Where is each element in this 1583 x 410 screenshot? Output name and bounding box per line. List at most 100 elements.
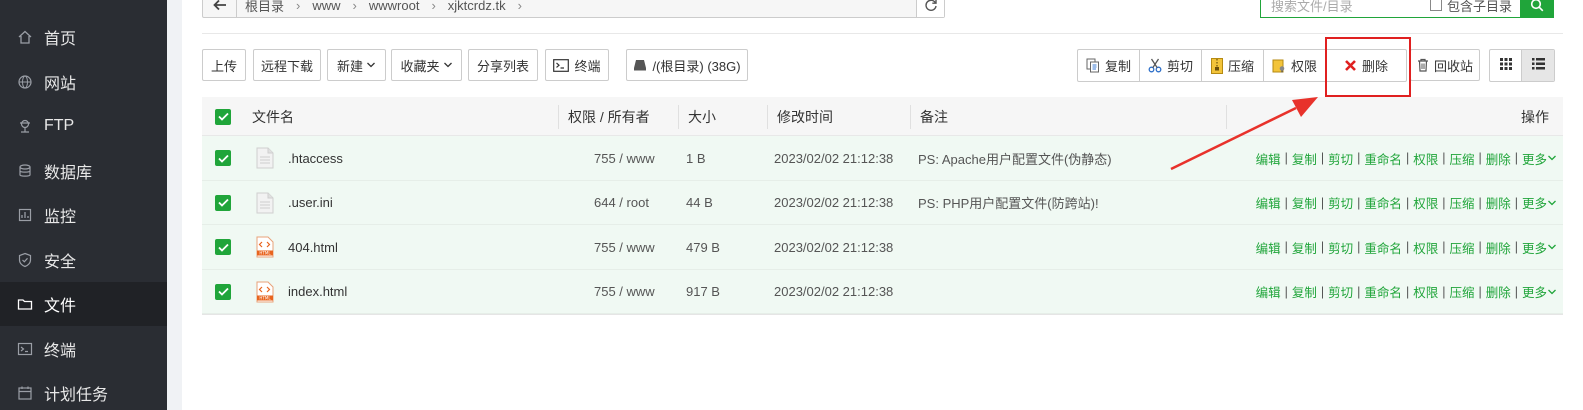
permission-link[interactable]: 权限 (1413, 193, 1438, 212)
cut-label: 剪切 (1166, 59, 1193, 74)
rename-link[interactable]: 重命名 (1364, 149, 1402, 168)
cut-link[interactable]: 剪切 (1328, 238, 1353, 257)
new-button[interactable]: 新建 (327, 49, 386, 81)
disk-button[interactable]: /(根目录) (38G) (626, 49, 748, 81)
select-all-checkbox[interactable] (215, 97, 231, 136)
arrow-left-icon (212, 0, 226, 11)
subdir-checkbox[interactable]: 包含子目录 (1429, 0, 1520, 15)
edit-link[interactable]: 编辑 (1256, 282, 1281, 301)
col-header-note: 备注 (920, 108, 948, 125)
delete-link[interactable]: 删除 (1486, 282, 1511, 301)
back-button[interactable] (203, 0, 237, 17)
row-checkbox[interactable] (215, 270, 231, 314)
terminal-button[interactable]: 终端 (545, 49, 609, 81)
more-link[interactable]: 更多 (1522, 149, 1547, 168)
more-link[interactable]: 更多 (1522, 238, 1547, 257)
sidebar-item-website[interactable]: 网站 (0, 60, 167, 104)
copy-link[interactable]: 复制 (1292, 193, 1317, 212)
edit-link[interactable]: 编辑 (1256, 149, 1281, 168)
favorites-button[interactable]: 收藏夹 (391, 49, 462, 81)
more-link[interactable]: 更多 (1522, 282, 1547, 301)
breadcrumb-item[interactable]: www (304, 0, 348, 13)
view-toggle-group (1489, 49, 1555, 82)
sidebar-item-home[interactable]: 首页 (0, 15, 167, 59)
breadcrumb-item[interactable]: xjktcrdz.tk (440, 0, 514, 13)
row-checkbox[interactable] (215, 225, 231, 269)
compress-button[interactable]: 压缩 (1202, 50, 1264, 81)
disk-label: /(根目录) (38G) (652, 58, 741, 74)
more-link[interactable]: 更多 (1522, 193, 1547, 212)
cut-button[interactable]: 剪切 (1140, 50, 1202, 81)
edit-link[interactable]: 编辑 (1256, 238, 1281, 257)
file-name[interactable]: 404.html (288, 225, 338, 269)
refresh-button[interactable] (916, 0, 944, 17)
breadcrumb-item[interactable]: 根目录 (237, 0, 292, 15)
table-row[interactable]: HTML 404.html 755 / www 479 B 2023/02/02… (202, 225, 1563, 270)
col-header-name[interactable]: 文件名 (252, 97, 294, 136)
file-perm[interactable]: 755 / www (594, 270, 655, 314)
file-perm[interactable]: 644 / root (594, 181, 649, 225)
upload-button[interactable]: 上传 (202, 49, 246, 81)
sidebar-item-database[interactable]: 数据库 (0, 149, 167, 193)
copy-link[interactable]: 复制 (1292, 282, 1317, 301)
sidebar-item-security[interactable]: 安全 (0, 238, 167, 282)
permission-label: 权限 (1290, 59, 1317, 74)
search-input[interactable]: 搜索文件/目录 (1261, 0, 1430, 15)
sidebar-item-files[interactable]: 文件 (0, 282, 167, 326)
compress-link[interactable]: 压缩 (1449, 193, 1474, 212)
sidebar-item-monitor[interactable]: 监控 (0, 193, 167, 237)
share-list-button[interactable]: 分享列表 (468, 49, 538, 81)
compress-link[interactable]: 压缩 (1449, 282, 1474, 301)
delete-link[interactable]: 删除 (1486, 238, 1511, 257)
file-note[interactable]: PS: PHP用户配置文件(防跨站)! (918, 181, 1099, 225)
grid-view-button[interactable] (1490, 50, 1522, 81)
table-row[interactable]: .user.ini 644 / root 44 B 2023/02/02 21:… (202, 180, 1563, 225)
file-name[interactable]: .user.ini (288, 181, 333, 225)
compress-link[interactable]: 压缩 (1449, 238, 1474, 257)
cut-link[interactable]: 剪切 (1328, 193, 1353, 212)
rename-link[interactable]: 重命名 (1364, 282, 1402, 301)
permission-button[interactable]: 权限 (1264, 50, 1326, 81)
file-perm[interactable]: 755 / www (594, 136, 655, 180)
row-checkbox[interactable] (215, 181, 231, 225)
file-name[interactable]: .htaccess (288, 136, 343, 180)
rename-link[interactable]: 重命名 (1364, 238, 1402, 257)
recycle-bin-button[interactable]: 回收站 (1410, 49, 1480, 81)
row-checkbox[interactable] (215, 136, 231, 180)
path-bar[interactable]: 根目录 › www › wwwroot › xjktcrdz.tk › (202, 0, 945, 18)
copy-button[interactable]: 复制 (1078, 50, 1140, 81)
copy-link[interactable]: 复制 (1292, 149, 1317, 168)
file-note[interactable]: PS: Apache用户配置文件(伪静态) (918, 136, 1112, 180)
breadcrumb-item[interactable]: wwwroot (361, 0, 428, 13)
rename-link[interactable]: 重命名 (1364, 193, 1402, 212)
list-view-button[interactable] (1522, 50, 1554, 81)
sidebar-item-terminal[interactable]: 终端 (0, 327, 167, 371)
copy-link[interactable]: 复制 (1292, 238, 1317, 257)
file-mtime: 2023/02/02 21:12:38 (774, 284, 894, 299)
delete-link[interactable]: 删除 (1486, 149, 1511, 168)
sidebar-item-ftp[interactable]: FTP (0, 104, 167, 148)
subdir-label: 包含子目录 (1446, 0, 1512, 14)
col-header-perm[interactable]: 权限 / 所有者 (568, 97, 650, 136)
sidebar-item-label: 首页 (44, 31, 77, 48)
search-button[interactable] (1520, 0, 1554, 18)
file-name[interactable]: index.html (288, 270, 347, 314)
delete-link[interactable]: 删除 (1486, 193, 1511, 212)
refresh-icon (924, 0, 937, 11)
col-header-mtime[interactable]: 修改时间 (777, 97, 833, 136)
file-perm[interactable]: 755 / www (594, 225, 655, 269)
compress-link[interactable]: 压缩 (1449, 149, 1474, 168)
table-row[interactable]: HTML index.html 755 / www 917 B 2023/02/… (202, 269, 1563, 314)
checkbox-checked-icon (215, 150, 231, 166)
edit-link[interactable]: 编辑 (1256, 193, 1281, 212)
chevron-right-icon: › (296, 0, 301, 13)
permission-link[interactable]: 权限 (1413, 149, 1438, 168)
cut-link[interactable]: 剪切 (1328, 149, 1353, 168)
permission-link[interactable]: 权限 (1413, 238, 1438, 257)
table-row[interactable]: .htaccess 755 / www 1 B 2023/02/02 21:12… (202, 136, 1563, 181)
col-header-size[interactable]: 大小 (688, 97, 716, 136)
cut-link[interactable]: 剪切 (1328, 282, 1353, 301)
sidebar-item-cron[interactable]: 计划任务 (0, 371, 167, 410)
remote-download-button[interactable]: 远程下载 (253, 49, 321, 81)
permission-link[interactable]: 权限 (1413, 282, 1438, 301)
